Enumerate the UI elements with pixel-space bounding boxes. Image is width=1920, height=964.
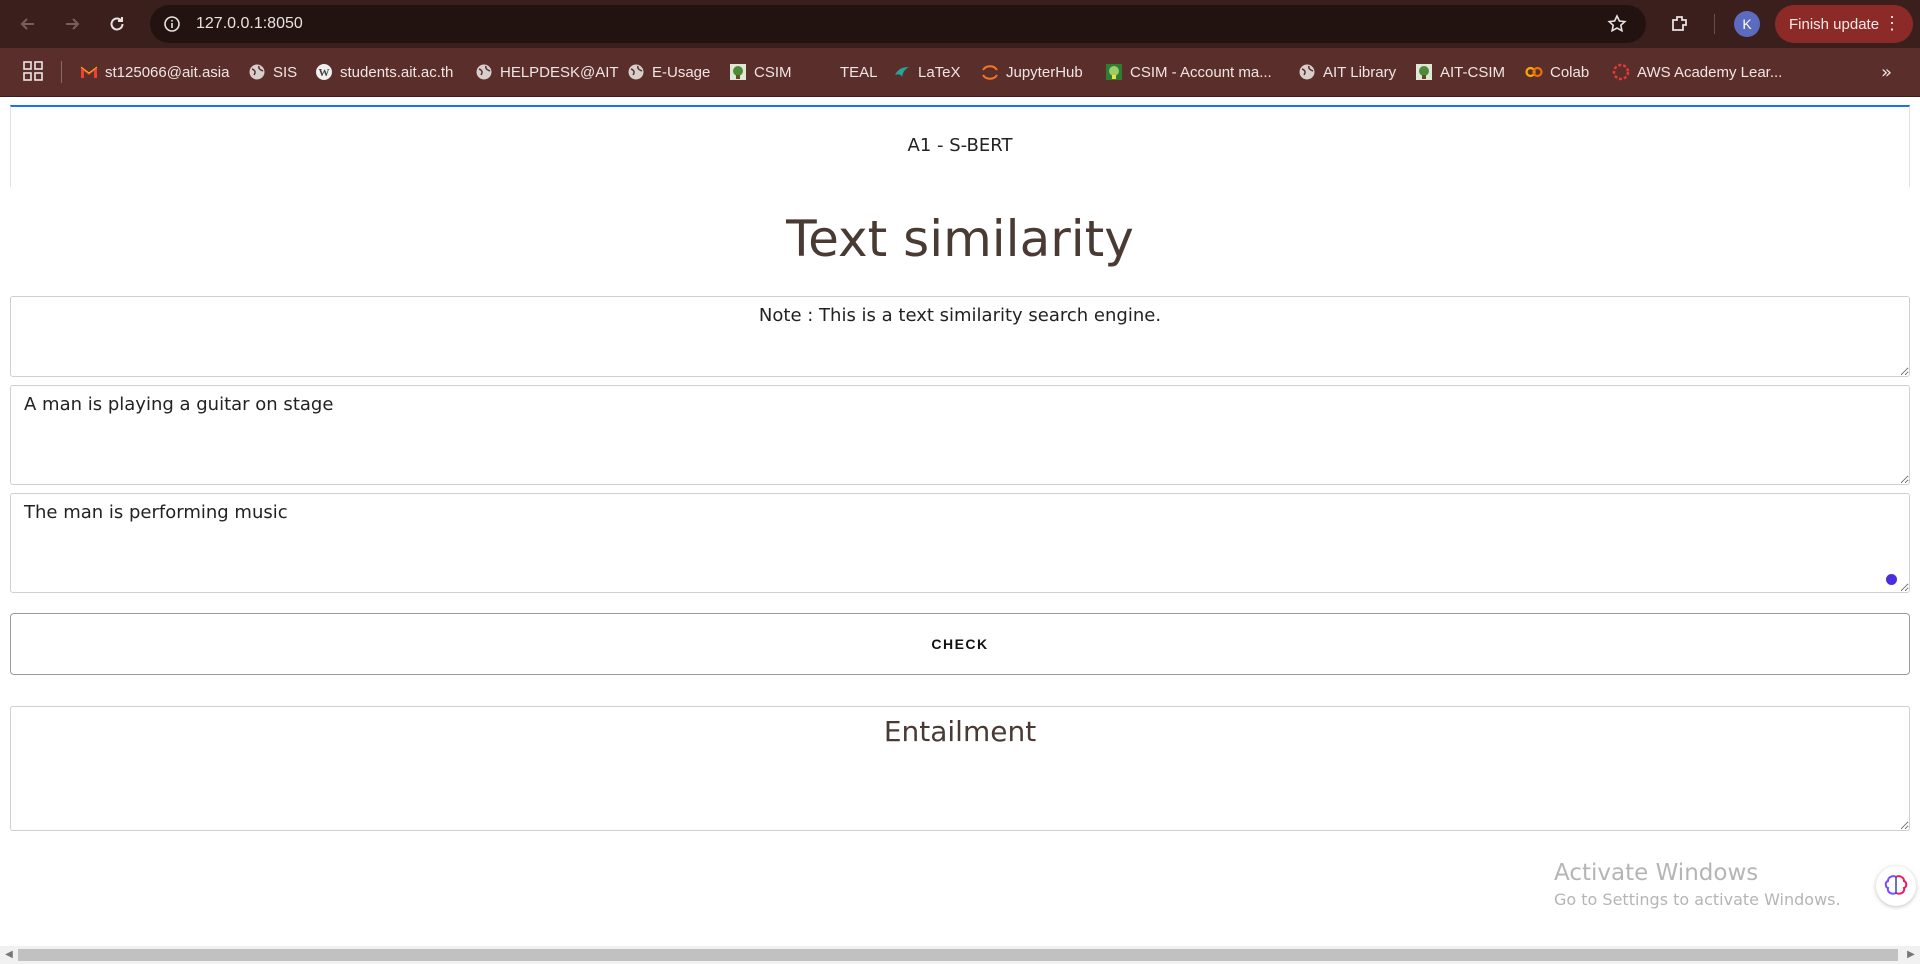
bookmark-sis[interactable]: SIS xyxy=(248,48,297,96)
colab-icon xyxy=(1525,66,1543,78)
bookmark-colab[interactable]: Colab xyxy=(1525,48,1589,96)
more-bookmarks-icon[interactable]: » xyxy=(1881,62,1892,83)
finish-update-button[interactable]: Finish update ⋮ xyxy=(1775,5,1913,43)
sentence-one-input[interactable]: A man is playing a guitar on stage xyxy=(10,385,1910,485)
assistant-brain-icon[interactable] xyxy=(1876,866,1916,906)
reload-button[interactable] xyxy=(103,10,131,38)
csim-icon xyxy=(1416,64,1432,80)
bookmark-students[interactable]: W students.ait.ac.th xyxy=(315,48,453,96)
activate-windows-subtitle: Go to Settings to activate Windows. xyxy=(1554,890,1841,909)
finish-update-label: Finish update xyxy=(1789,15,1880,33)
back-button[interactable] xyxy=(14,10,42,38)
svg-text:W: W xyxy=(319,67,330,79)
bookmark-e-usage[interactable]: E-Usage xyxy=(627,48,710,96)
jupyter-icon xyxy=(982,65,998,80)
globe-icon xyxy=(476,64,492,80)
bookmark-jupyterhub[interactable]: JupyterHub xyxy=(981,48,1083,96)
bookmark-ait-csim[interactable]: AIT-CSIM xyxy=(1415,48,1505,96)
csim-account-icon xyxy=(1106,64,1122,80)
aws-icon xyxy=(1612,63,1630,81)
globe-icon xyxy=(1299,64,1315,80)
sentence-two-input[interactable]: The man is performing music xyxy=(10,493,1910,593)
app-navbar: A1 - S-BERT xyxy=(10,105,1910,187)
bookmark-aws-academy[interactable]: AWS Academy Lear... xyxy=(1612,48,1782,96)
scroll-left-icon[interactable]: ◀ xyxy=(3,949,15,961)
bookmark-ait-library[interactable]: AIT Library xyxy=(1298,48,1396,96)
csim-icon xyxy=(730,64,746,80)
reload-icon xyxy=(110,17,124,31)
bookmark-latex[interactable]: LaTeX xyxy=(893,48,961,96)
bookmark-gmail[interactable]: st125066@ait.asia xyxy=(80,48,229,96)
apps-grid-icon[interactable] xyxy=(22,60,44,82)
site-info-icon[interactable] xyxy=(160,12,184,36)
profile-avatar[interactable]: K xyxy=(1734,11,1760,37)
activate-windows-watermark: Activate Windows Go to Settings to activ… xyxy=(1554,860,1841,909)
bookmark-teal[interactable]: TEAL xyxy=(815,48,878,96)
navbar-brand[interactable]: A1 - S-BERT xyxy=(908,135,1013,156)
latex-icon xyxy=(895,67,909,77)
teal-icon xyxy=(815,63,833,81)
gmail-icon xyxy=(80,66,98,78)
wordpress-icon: W xyxy=(316,64,332,80)
result-output[interactable]: Entailment xyxy=(10,706,1910,831)
globe-icon xyxy=(249,64,265,80)
scroll-right-icon[interactable]: ▶ xyxy=(1905,949,1917,961)
url-text[interactable]: 127.0.0.1:8050 xyxy=(196,5,303,43)
activate-windows-title: Activate Windows xyxy=(1554,860,1759,886)
arrow-left-icon xyxy=(20,18,34,30)
page-title: Text similarity xyxy=(786,210,1134,268)
bookmarks-bar: st125066@ait.asia SIS W students.ait.ac.… xyxy=(0,48,1920,97)
note-textarea[interactable]: Note : This is a text similarity search … xyxy=(10,296,1910,377)
address-bar[interactable]: 127.0.0.1:8050 xyxy=(150,5,1646,43)
bookmarks-divider xyxy=(61,61,62,83)
check-button[interactable]: CHECK xyxy=(10,613,1910,675)
horizontal-scrollbar[interactable]: ◀ ▶ xyxy=(0,946,1920,964)
arrow-right-icon xyxy=(66,18,80,30)
toolbar-divider xyxy=(1714,14,1715,34)
browser-toolbar: 127.0.0.1:8050 K Finish update ⋮ xyxy=(0,0,1920,48)
extensions-icon[interactable] xyxy=(1667,11,1693,37)
grammar-extension-icon[interactable] xyxy=(1886,574,1897,585)
scrollbar-thumb[interactable] xyxy=(18,949,1898,961)
bookmark-helpdesk[interactable]: HELPDESK@AIT xyxy=(475,48,619,96)
bookmark-csim[interactable]: CSIM xyxy=(729,48,792,96)
bookmark-star-icon[interactable] xyxy=(1606,13,1628,35)
more-menu-icon[interactable]: ⋮ xyxy=(1883,14,1901,32)
forward-button[interactable] xyxy=(58,10,86,38)
bookmark-csim-account[interactable]: CSIM - Account ma... xyxy=(1105,48,1272,96)
globe-icon xyxy=(628,64,644,80)
